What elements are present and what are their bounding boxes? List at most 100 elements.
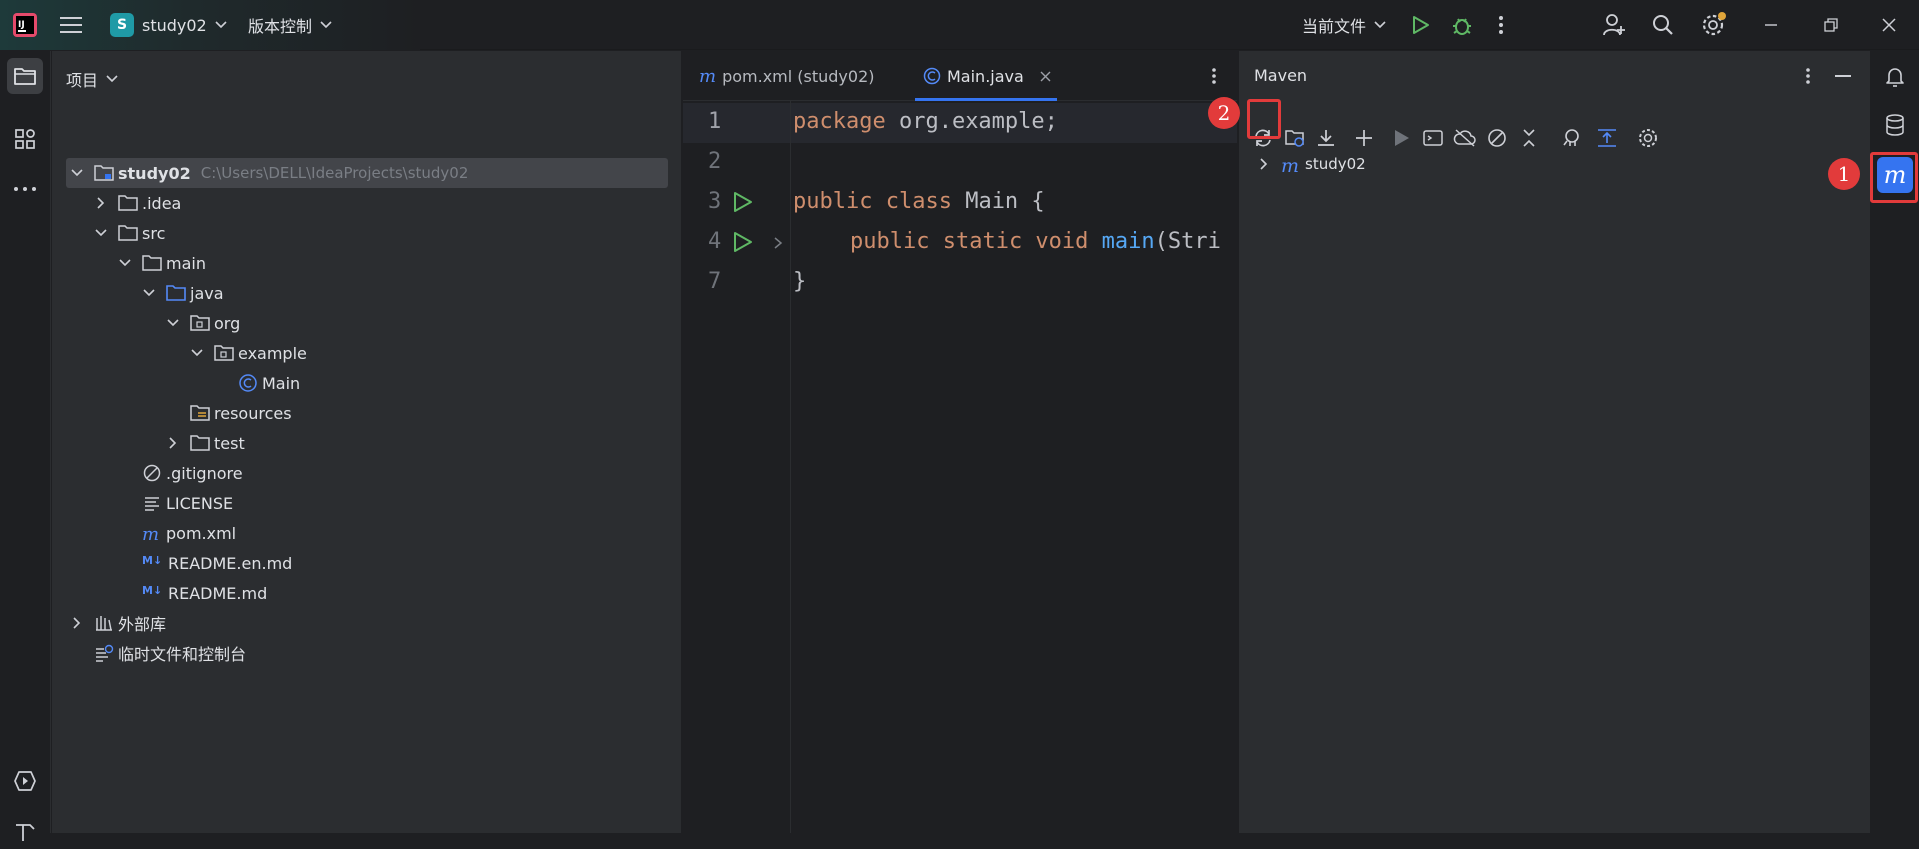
chevron-down-icon[interactable] — [166, 316, 180, 330]
run-config-selector[interactable]: 当前文件 — [1302, 0, 1386, 50]
annotation-badge-1: 1 — [1828, 158, 1860, 190]
code-line-7[interactable]: } — [793, 269, 806, 294]
services-tool-button[interactable] — [7, 763, 43, 799]
debug-icon[interactable] — [1451, 0, 1473, 50]
tree-row-main[interactable]: main — [118, 249, 206, 277]
analyze-dependencies-icon[interactable] — [1558, 123, 1588, 153]
panel-title: 项目 — [66, 71, 99, 90]
folder-icon — [118, 195, 138, 211]
close-icon[interactable] — [1882, 0, 1896, 50]
structure-tool-button[interactable] — [7, 121, 43, 157]
database-button[interactable] — [1877, 107, 1913, 143]
maven-tree-row-study02[interactable]: m study02 — [1257, 150, 1366, 178]
chevron-down-icon[interactable] — [94, 226, 108, 240]
structure-icon — [15, 129, 35, 149]
tree-row-readme-en[interactable]: M↓ README.en.md — [142, 549, 292, 577]
chevron-down-icon[interactable] — [190, 346, 204, 360]
folder-icon — [142, 255, 162, 271]
svg-text:IJ: IJ — [18, 20, 25, 30]
tree-label: 临时文件和控制台 — [118, 645, 247, 664]
tab-pom-xml[interactable]: m pom.xml (study02) — [699, 51, 875, 101]
tree-row-pom[interactable]: m pom.xml — [142, 519, 236, 547]
fold-expand-icon[interactable] — [772, 236, 784, 250]
tab-options-icon[interactable] — [1211, 51, 1217, 101]
tree-label: LICENSE — [166, 493, 234, 513]
tree-row-scratches[interactable]: 临时文件和控制台 — [94, 639, 246, 667]
tree-row-src[interactable]: src — [94, 219, 165, 247]
intellij-logo-icon[interactable]: IJ — [12, 0, 38, 50]
run-gutter-icon[interactable] — [730, 190, 754, 214]
library-icon — [96, 616, 112, 631]
maven-file-icon: m — [699, 65, 717, 87]
chevron-right-icon[interactable] — [94, 196, 108, 210]
maven-settings-icon[interactable] — [1633, 123, 1663, 153]
tree-row-resources[interactable]: resources — [166, 399, 292, 427]
project-selector[interactable]: S study02 — [110, 0, 227, 50]
maven-panel-title: Maven — [1254, 66, 1308, 85]
tree-row-org[interactable]: org — [166, 309, 240, 337]
build-tool-button[interactable] — [7, 813, 43, 849]
project-tool-button[interactable] — [7, 58, 43, 94]
chevron-right-icon[interactable] — [1257, 157, 1271, 171]
resources-folder-icon — [190, 405, 210, 421]
collapse-all-icon[interactable] — [1514, 123, 1544, 153]
tree-row-external-libraries[interactable]: 外部库 — [70, 609, 166, 637]
tab-main-java[interactable]: Main.java — [915, 51, 1057, 101]
run-icon[interactable] — [1410, 0, 1430, 50]
folder-icon — [118, 225, 138, 241]
tree-row-license[interactable]: LICENSE — [142, 489, 233, 517]
code-line-3[interactable]: public class Main { — [793, 189, 1045, 214]
tree-row-study02[interactable]: study02 C:\Users\DELL\IdeaProjects\study… — [70, 159, 468, 187]
text-file-icon — [145, 497, 159, 511]
add-user-icon[interactable] — [1602, 0, 1626, 50]
search-icon[interactable] — [1652, 0, 1674, 50]
offline-mode-icon[interactable] — [1450, 123, 1480, 153]
tree-row-gitignore[interactable]: .gitignore — [142, 459, 243, 487]
tree-label: test — [214, 433, 245, 453]
line-number: 1 — [708, 109, 722, 134]
show-diagram-icon[interactable] — [1592, 123, 1622, 153]
tree-row-java[interactable]: java — [142, 279, 224, 307]
annotation-box-reload-button — [1247, 99, 1281, 139]
execute-goal-icon[interactable] — [1418, 123, 1448, 153]
tree-label: 外部库 — [118, 615, 167, 634]
code-line-4[interactable]: public static void main(Stri — [850, 229, 1221, 254]
minimize-icon[interactable] — [1764, 0, 1778, 50]
tree-label: Main — [262, 373, 301, 393]
generate-sources-icon[interactable] — [1280, 123, 1310, 153]
close-tab-icon[interactable] — [1040, 71, 1051, 82]
run-gutter-icon[interactable] — [730, 230, 754, 254]
hide-panel-icon[interactable] — [1835, 75, 1851, 79]
run-maven-build-icon[interactable] — [1386, 123, 1416, 153]
add-maven-project-icon[interactable] — [1349, 123, 1379, 153]
project-path: C:\Users\DELL\IdeaProjects\study02 — [200, 164, 469, 182]
maven-options-icon[interactable] — [1805, 67, 1811, 85]
more-tools-button[interactable] — [7, 171, 43, 207]
tree-row-test[interactable]: test — [166, 429, 245, 457]
services-icon — [14, 771, 36, 791]
tree-row-example[interactable]: example — [190, 339, 307, 367]
download-sources-icon[interactable] — [1311, 123, 1341, 153]
chevron-down-icon[interactable] — [142, 286, 156, 300]
tree-row-main-class[interactable]: Main — [238, 369, 300, 397]
project-panel-header[interactable]: 项目 — [66, 67, 118, 91]
tree-label: resources — [214, 403, 292, 423]
left-tool-strip — [0, 51, 51, 841]
restore-icon[interactable] — [1824, 0, 1838, 50]
chevron-right-icon[interactable] — [166, 436, 180, 450]
main-menu-icon[interactable] — [60, 0, 82, 50]
vcs-label: 版本控制 — [248, 17, 313, 36]
chevron-down-icon[interactable] — [70, 166, 84, 180]
folder-icon — [14, 68, 36, 85]
chevron-down-icon[interactable] — [118, 256, 132, 270]
vcs-selector[interactable]: 版本控制 — [248, 0, 332, 50]
settings-gear-icon[interactable] — [1701, 0, 1727, 50]
skip-tests-icon[interactable] — [1482, 123, 1512, 153]
maven-panel: Maven m study02 — [1238, 51, 1869, 833]
chevron-right-icon[interactable] — [70, 616, 84, 630]
more-actions-icon[interactable] — [1498, 0, 1504, 50]
tree-row-readme[interactable]: M↓ README.md — [142, 579, 267, 607]
code-line-1[interactable]: package org.example; — [793, 109, 1058, 134]
notifications-button[interactable] — [1877, 59, 1913, 95]
tree-row-idea[interactable]: .idea — [94, 189, 181, 217]
